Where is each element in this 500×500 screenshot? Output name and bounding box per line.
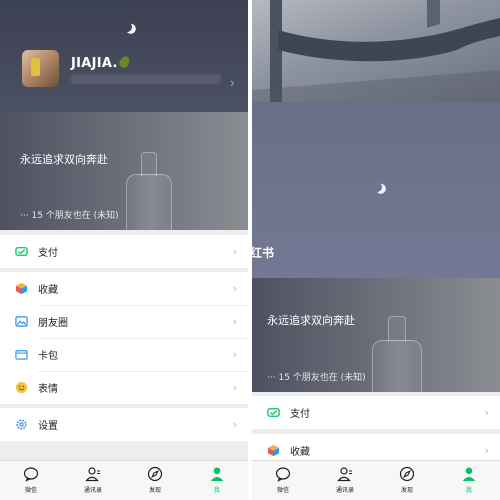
compass-icon <box>399 466 415 482</box>
night-sky-background: 红书 <box>252 102 500 278</box>
status-section[interactable]: 永远追求双向奔赴 ··· 15 个朋友也在 (未知) <box>0 112 248 230</box>
tab-me-label: 我 <box>213 487 220 494</box>
tab-chats-label: 微信 <box>276 487 289 494</box>
menu-group-pay: 支付 › <box>0 235 248 268</box>
left-screenshot-panel: JIAJIA. › 永远追求双向奔赴 ··· 15 个朋友也在 (未知) 支付 … <box>0 0 248 500</box>
menu-item-settings[interactable]: 设置 › <box>0 408 248 441</box>
avocado-emoji-icon <box>117 54 131 70</box>
menu-group-settings: 设置 › <box>0 408 248 441</box>
bottle-neck-image <box>388 316 406 342</box>
watermark-text: 红书 <box>252 246 275 260</box>
menu-group-main: 收藏 › 朋友圈 › 卡包 › 表情 › <box>0 272 248 404</box>
menu-item-pay[interactable]: 支付 › <box>252 396 500 429</box>
profile-nickname: JIAJIA. <box>71 54 131 71</box>
tab-discover-label: 发现 <box>148 487 161 494</box>
menu-item-moments-label: 朋友圈 <box>38 318 68 329</box>
bottle-image <box>126 174 172 230</box>
tab-me[interactable]: 我 <box>438 461 500 500</box>
tab-contacts[interactable]: 通讯录 <box>314 461 376 500</box>
bottle-neck-image <box>141 152 157 176</box>
tab-contacts-label: 通讯录 <box>335 487 354 494</box>
tab-contacts[interactable]: 通讯录 <box>62 461 124 500</box>
contacts-person-icon <box>85 467 100 482</box>
chat-bubble-icon <box>23 467 39 482</box>
chevron-right-icon: › <box>232 348 237 361</box>
menu-item-favorites-label: 收藏 <box>290 447 310 458</box>
pay-icon <box>267 408 280 417</box>
profile-chevron-right-icon: › <box>230 76 235 90</box>
bottle-image <box>372 340 422 392</box>
profile-header[interactable]: JIAJIA. › <box>0 0 248 112</box>
bottom-tab-bar: 微信 通讯录 发现 我 <box>252 460 500 500</box>
status-friends-text: 15 个朋友也在 (未知) <box>31 211 119 221</box>
nickname-text: JIAJIA. <box>71 56 118 71</box>
menu-item-pay-label: 支付 <box>290 409 310 420</box>
menu-item-pay[interactable]: 支付 › <box>0 235 248 268</box>
me-person-icon <box>462 467 476 481</box>
tab-discover-label: 发现 <box>400 487 413 494</box>
favorites-cube-icon <box>15 282 28 295</box>
menu-item-cards-label: 卡包 <box>38 351 58 362</box>
menu-item-pay-label: 支付 <box>38 248 58 259</box>
wechat-id-blurred <box>71 74 221 84</box>
status-friends-text: 15 个朋友也在 (未知) <box>278 373 366 383</box>
menu-item-favorites-label: 收藏 <box>38 285 58 296</box>
menu-item-settings-label: 设置 <box>38 421 58 432</box>
gear-icon <box>16 419 27 430</box>
chevron-right-icon: › <box>232 381 237 394</box>
status-section[interactable]: 永远追求双向奔赴 ··· 15 个朋友也在 (未知) <box>252 278 500 392</box>
tab-chats-label: 微信 <box>24 487 37 494</box>
status-text: 永远追求双向奔赴 <box>267 314 355 327</box>
tab-chats[interactable]: 微信 <box>252 461 314 500</box>
tab-me-label: 我 <box>465 487 472 494</box>
chevron-right-icon: › <box>232 315 237 328</box>
tab-chats[interactable]: 微信 <box>0 461 62 500</box>
tab-discover[interactable]: 发现 <box>376 461 438 500</box>
avatar[interactable] <box>22 50 59 87</box>
right-screenshot-panel: 红书 永远追求双向奔赴 ··· 15 个朋友也在 (未知) 支付 › 收藏 › … <box>252 0 500 500</box>
cover-photo[interactable] <box>252 0 500 102</box>
tab-contacts-label: 通讯录 <box>83 487 102 494</box>
menu-item-favorites[interactable]: 收藏 › <box>0 272 248 305</box>
status-friends-prefix: ··· <box>20 211 29 221</box>
favorites-cube-icon <box>267 444 280 457</box>
status-friends-prefix: ··· <box>267 373 276 383</box>
moon-icon <box>121 21 134 34</box>
bottom-tab-bar: 微信 通讯录 发现 我 <box>0 460 248 500</box>
chevron-right-icon: › <box>484 406 489 419</box>
status-text: 永远追求双向奔赴 <box>20 153 108 166</box>
moments-photo-icon <box>15 316 28 327</box>
pay-icon <box>15 247 28 256</box>
status-friends-line[interactable]: ··· 15 个朋友也在 (未知) <box>20 208 119 221</box>
chevron-right-icon: › <box>232 282 237 295</box>
chevron-right-icon: › <box>232 245 237 258</box>
menu-item-stickers[interactable]: 表情 › <box>0 371 248 404</box>
chevron-right-icon: › <box>484 444 489 457</box>
tab-me[interactable]: 我 <box>186 461 248 500</box>
menu-item-stickers-label: 表情 <box>38 384 58 395</box>
chat-bubble-icon <box>275 467 291 482</box>
sticker-smile-icon <box>15 381 28 394</box>
status-friends-line[interactable]: ··· 15 个朋友也在 (未知) <box>267 370 366 383</box>
moon-icon <box>371 181 384 194</box>
card-wallet-icon <box>15 350 28 360</box>
cover-photo-image <box>252 0 500 102</box>
contacts-person-icon <box>337 467 352 482</box>
compass-icon <box>147 466 163 482</box>
chevron-right-icon: › <box>232 418 237 431</box>
menu-group-pay: 支付 › <box>252 396 500 429</box>
tab-discover[interactable]: 发现 <box>124 461 186 500</box>
menu-item-moments[interactable]: 朋友圈 › <box>0 305 248 338</box>
me-person-icon <box>210 467 224 481</box>
menu-item-cards[interactable]: 卡包 › <box>0 338 248 371</box>
